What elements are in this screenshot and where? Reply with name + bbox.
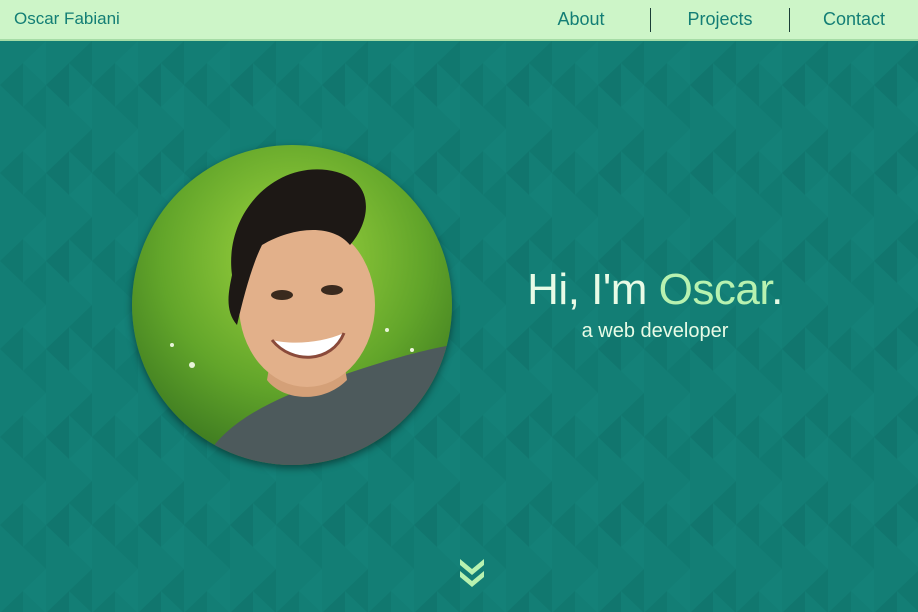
- nav-links: About Projects Contact: [512, 0, 918, 39]
- double-chevron-down-icon: [460, 559, 484, 587]
- profile-photo: [132, 145, 452, 465]
- scroll-down-button[interactable]: [457, 556, 487, 590]
- hero-tagline: a web developer: [581, 320, 729, 342]
- nav-link-about[interactable]: About: [512, 9, 650, 30]
- hero-greeting: Hi, I'm Oscar.: [500, 262, 810, 318]
- top-navbar: Oscar Fabiani About Projects Contact: [0, 0, 918, 41]
- hero-text: Hi, I'm Oscar. a web developer: [500, 262, 810, 344]
- greeting-prefix: Hi, I'm: [527, 265, 659, 314]
- nav-link-projects[interactable]: Projects: [651, 9, 789, 30]
- greeting-name: Oscar: [658, 265, 772, 314]
- greeting-suffix: .: [771, 265, 783, 314]
- portrait-illustration: [132, 145, 452, 465]
- nav-link-contact[interactable]: Contact: [790, 9, 918, 30]
- brand-link[interactable]: Oscar Fabiani: [14, 9, 120, 29]
